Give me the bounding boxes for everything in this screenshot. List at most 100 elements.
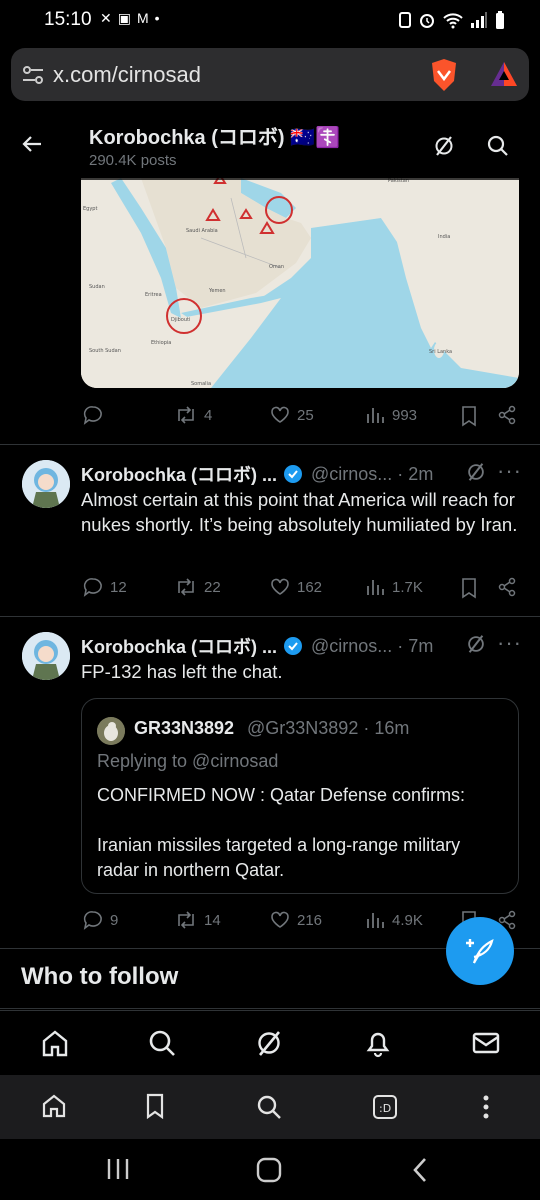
address-bar[interactable]: x.com/cirnosad [11,48,529,101]
tweet-author-name[interactable]: Korobochka (コロボ) ... [81,633,277,659]
wifi-icon [443,13,463,29]
grok-icon[interactable] [432,134,456,158]
profile-name: Korobochka (コロボ) 🇦🇺☦️ [89,127,340,149]
map-label: Sri Lanka [429,349,452,355]
grok-icon[interactable] [465,633,487,655]
tweet-text: FP-132 has left the chat. [81,661,283,682]
views-button[interactable]: 993 [365,405,417,425]
like-button[interactable]: 25 [270,405,314,425]
views-count: 993 [392,406,418,424]
reply-count: 9 [110,911,119,929]
map-label: Oman [269,264,284,270]
like-icon [271,578,289,595]
like-button[interactable]: 216 [270,910,322,930]
retweet-button[interactable]: 4 [175,405,212,425]
map-image: Pakistan Egypt Saudi Arabia Oman Sudan E… [81,178,519,388]
reply-icon [83,578,102,597]
tweet-handle-time: @cirnos... · 7m [311,635,434,656]
back-button-icon[interactable] [408,1156,432,1184]
like-icon [271,911,289,928]
quote-handle-time: @Gr33N3892 · 16m [247,718,410,738]
reply-icon [83,911,102,930]
grok-icon[interactable] [254,1028,284,1058]
quoted-tweet[interactable]: GR33N3892 @Gr33N3892 · 16m Replying to @… [81,698,519,894]
bell-icon[interactable] [363,1028,393,1058]
views-icon [367,580,384,595]
browser-search-icon[interactable] [255,1093,283,1121]
compose-post-button[interactable] [446,917,514,985]
brave-shields-icon[interactable] [428,57,460,93]
gmail-icon: M [136,10,149,26]
reply-button[interactable]: 12 [83,577,127,597]
map-label: Sudan [89,284,105,290]
reply-icon [83,406,102,425]
network-icon: ✕ [100,10,112,26]
recent-apps-icon[interactable] [104,1156,132,1182]
bookmark-icon[interactable] [460,405,478,427]
who-to-follow-heading: Who to follow [21,963,179,990]
home-button-icon[interactable] [255,1156,283,1184]
battery-icon [496,11,504,29]
back-arrow-icon[interactable] [20,132,44,156]
retweet-button[interactable]: 22 [175,577,221,597]
search-icon[interactable] [147,1028,177,1058]
retweet-button[interactable]: 14 [175,910,221,930]
menu-icon[interactable] [476,1093,496,1121]
quote-avatar [97,717,125,745]
x-bottom-nav [0,1010,540,1074]
quote-author-name: GR33N3892 [134,718,235,738]
brave-rewards-icon[interactable] [489,59,519,89]
search-icon[interactable] [486,134,510,158]
map-label: Somalia [191,381,211,387]
reply-button[interactable] [83,405,110,425]
tweet-actions: 4 25 993 [81,405,521,429]
system-navigation [0,1139,540,1200]
views-button[interactable]: 1.7K [365,577,423,597]
compose-feather-icon [466,938,494,964]
system-icons [398,10,506,30]
map-label: Eritrea [145,292,162,298]
profile-post-count: 290.4K posts [89,152,177,169]
alarm-icon [420,14,434,28]
views-icon [367,913,384,928]
browser-home-icon[interactable] [41,1093,67,1119]
verified-badge-icon [284,637,303,655]
site-settings-icon[interactable] [21,64,45,86]
like-button[interactable]: 162 [270,577,322,597]
map-label: Saudi Arabia [186,228,218,234]
grok-icon[interactable] [465,461,487,483]
share-icon[interactable] [497,577,517,597]
retweet-count: 4 [204,406,213,424]
like-count: 25 [297,406,314,424]
reply-count: 12 [110,578,127,596]
reply-button[interactable]: 9 [83,910,118,930]
views-count: 4.9K [392,911,423,929]
status-time: 15:10 [44,9,92,30]
verified-badge-icon [284,465,303,483]
divider [0,616,540,617]
url-text[interactable]: x.com/cirnosad [53,62,201,88]
tweet-media-map[interactable]: Pakistan Egypt Saudi Arabia Oman Sudan E… [81,178,519,388]
map-label: Ethiopia [151,340,171,346]
views-button[interactable]: 4.9K [365,910,423,930]
avatar[interactable] [22,460,70,508]
share-icon[interactable] [497,405,517,425]
quote-replying-to: Replying to @cirnosad [97,751,279,771]
battery-saver-icon [399,12,411,28]
tweet-header: Korobochka (コロボ) ... @cirnos... · 2m [81,461,433,487]
more-options-icon[interactable]: ··· [497,458,522,484]
divider [0,1008,540,1009]
bookmark-icon[interactable] [460,577,478,599]
retweet-count: 14 [204,911,221,929]
tweet-author-name[interactable]: Korobochka (コロボ) ... [81,461,277,487]
tabs-icon[interactable]: :D [371,1093,399,1121]
retweet-count: 22 [204,578,221,596]
avatar[interactable] [22,632,70,680]
more-options-icon[interactable]: ··· [497,630,522,656]
mail-icon[interactable] [471,1028,501,1058]
map-label: Djibouti [171,317,190,323]
divider [0,444,540,445]
home-icon[interactable] [40,1028,70,1058]
bookmarks-icon[interactable] [144,1093,166,1119]
status-bar: 15:10 ✕ ▣ M • [0,0,540,40]
